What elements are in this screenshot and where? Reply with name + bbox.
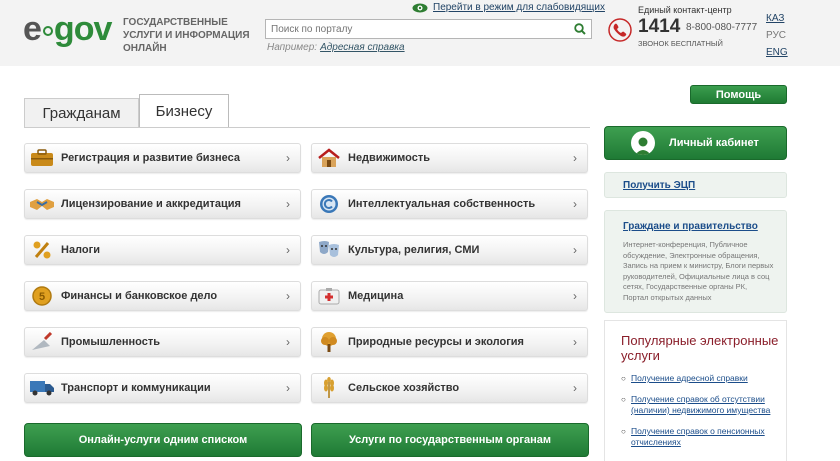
- category-real-estate[interactable]: Недвижимость ›: [311, 143, 588, 173]
- low-vision-link[interactable]: Перейти в режим для слабовидящих: [433, 2, 605, 13]
- lang-kaz[interactable]: КАЗ: [766, 10, 788, 27]
- bullet-icon: ○: [621, 427, 626, 436]
- chevron-right-icon: ›: [573, 243, 577, 257]
- lang-eng[interactable]: ENG: [766, 44, 788, 61]
- theater-masks-icon: [316, 239, 342, 261]
- search-example: Например: Адресная справка: [267, 42, 405, 53]
- list-item[interactable]: ○ Получение адресной справки: [621, 373, 786, 384]
- category-label: Транспорт и коммуникации: [61, 382, 211, 394]
- logo-gov: gov: [53, 10, 112, 48]
- category-label: Медицина: [348, 290, 404, 302]
- percent-icon: [29, 239, 55, 261]
- category-label: Налоги: [61, 244, 100, 256]
- phone-icon: [608, 18, 632, 47]
- popular-services-list: ○ Получение адресной справки ○ Получение с…: [621, 373, 786, 448]
- search-box: [265, 19, 592, 39]
- copyright-icon: [316, 193, 342, 215]
- short-phone-number: 1414: [638, 16, 681, 37]
- coin-icon: 5: [29, 285, 55, 307]
- contact-center-label: Единый контакт-центр: [638, 5, 732, 15]
- category-label: Культура, религия, СМИ: [348, 244, 480, 256]
- category-agriculture[interactable]: Сельское хозяйство ›: [311, 373, 588, 403]
- chevron-right-icon: ›: [286, 381, 290, 395]
- list-item[interactable]: ○ Получение справок о пенсионных отчислен…: [621, 426, 786, 448]
- free-call-label: ЗВОНОК БЕСПЛАТНЫЙ: [638, 39, 723, 48]
- logo-dot-icon: [42, 26, 53, 37]
- briefcase-icon: [29, 147, 55, 169]
- get-ecp-link[interactable]: Получить ЭЦП: [604, 172, 787, 198]
- category-finance[interactable]: 5 Финансы и банковское дело ›: [24, 281, 301, 311]
- tree-icon: [316, 331, 342, 353]
- bullet-icon: ○: [621, 374, 626, 383]
- chevron-right-icon: ›: [573, 335, 577, 349]
- citizens-government-desc: Интернет-конференция, Публичное обсужден…: [623, 240, 774, 302]
- category-licensing[interactable]: Лицензирование и аккредитация ›: [24, 189, 301, 219]
- category-label: Недвижимость: [348, 152, 430, 164]
- tagline: ГОСУДАРСТВЕННЫЕ УСЛУГИ И ИНФОРМАЦИЯ ОНЛА…: [123, 17, 250, 54]
- category-transport[interactable]: Транспорт и коммуникации ›: [24, 373, 301, 403]
- popular-service-link[interactable]: Получение справок об отсутствии (наличии…: [631, 394, 782, 416]
- svg-text:5: 5: [39, 291, 45, 303]
- category-natural-resources[interactable]: Природные ресурсы и экология ›: [311, 327, 588, 357]
- category-label: Промышленность: [61, 336, 160, 348]
- example-label: Например:: [267, 42, 318, 53]
- popular-service-link[interactable]: Получение справок о пенсионных отчислени…: [631, 426, 782, 448]
- chevron-right-icon: ›: [573, 289, 577, 303]
- low-vision-toggle[interactable]: Перейти в режим для слабовидящих: [412, 2, 605, 13]
- chevron-right-icon: ›: [286, 151, 290, 165]
- category-label: Интеллектуальная собственность: [348, 198, 536, 210]
- eye-icon: [412, 3, 428, 12]
- personal-cabinet-button[interactable]: Личный кабинет: [604, 126, 787, 160]
- long-phone-number: 8-800-080-7777: [686, 22, 758, 33]
- lang-rus[interactable]: РУС: [766, 27, 788, 44]
- house-icon: [316, 147, 342, 169]
- wheat-icon: [316, 377, 342, 399]
- truck-icon: [29, 377, 55, 399]
- tab-divider: [24, 127, 590, 128]
- bullet-icon: ○: [621, 395, 626, 404]
- tab-business[interactable]: Бизнесу: [139, 94, 229, 128]
- category-medicine[interactable]: Медицина ›: [311, 281, 588, 311]
- chevron-right-icon: ›: [286, 243, 290, 257]
- chevron-right-icon: ›: [286, 289, 290, 303]
- services-by-agency-button[interactable]: Услуги по государственным органам: [311, 423, 589, 457]
- category-label: Регистрация и развитие бизнеса: [61, 152, 240, 164]
- language-switcher: КАЗ РУС ENG: [766, 10, 788, 61]
- logo-e: e: [23, 10, 42, 48]
- category-intellectual-property[interactable]: Интеллектуальная собственность ›: [311, 189, 588, 219]
- search-button[interactable]: [569, 20, 591, 38]
- search-input[interactable]: [266, 20, 569, 38]
- popular-service-link[interactable]: Получение адресной справки: [631, 373, 748, 384]
- trowel-icon: [29, 331, 55, 353]
- tab-citizens[interactable]: Гражданам: [24, 98, 139, 128]
- audience-tabs: Гражданам Бизнесу: [24, 94, 229, 128]
- category-business-registration[interactable]: Регистрация и развитие бизнеса ›: [24, 143, 301, 173]
- category-label: Лицензирование и аккредитация: [61, 198, 241, 210]
- help-button[interactable]: Помощь: [690, 85, 787, 104]
- egov-logo[interactable]: e gov: [23, 10, 112, 48]
- category-label: Сельское хозяйство: [348, 382, 460, 394]
- list-item[interactable]: ○ Получение справок об отсутствии (наличи…: [621, 394, 786, 416]
- citizens-government-link[interactable]: Граждане и правительство: [623, 221, 774, 232]
- personal-cabinet-label: Личный кабинет: [669, 137, 759, 149]
- handshake-icon: [29, 193, 55, 215]
- search-icon: [574, 23, 586, 35]
- category-culture[interactable]: Культура, религия, СМИ ›: [311, 235, 588, 265]
- popular-services-box: Популярные электронные услуги ○ Получение…: [604, 320, 787, 461]
- chevron-right-icon: ›: [286, 335, 290, 349]
- category-industry[interactable]: Промышленность ›: [24, 327, 301, 357]
- citizens-government-box: Граждане и правительство Интернет-конфер…: [604, 210, 787, 313]
- online-services-list-button[interactable]: Онлайн-услуги одним списком: [24, 423, 302, 457]
- category-label: Финансы и банковское дело: [61, 290, 218, 302]
- example-link[interactable]: Адресная справка: [320, 42, 405, 53]
- chevron-right-icon: ›: [573, 151, 577, 165]
- chevron-right-icon: ›: [286, 197, 290, 211]
- popular-services-title: Популярные электронные услуги: [621, 333, 779, 363]
- user-avatar-icon: [631, 131, 655, 155]
- category-taxes[interactable]: Налоги ›: [24, 235, 301, 265]
- chevron-right-icon: ›: [573, 381, 577, 395]
- category-label: Природные ресурсы и экология: [348, 336, 524, 348]
- chevron-right-icon: ›: [573, 197, 577, 211]
- first-aid-icon: [316, 285, 342, 307]
